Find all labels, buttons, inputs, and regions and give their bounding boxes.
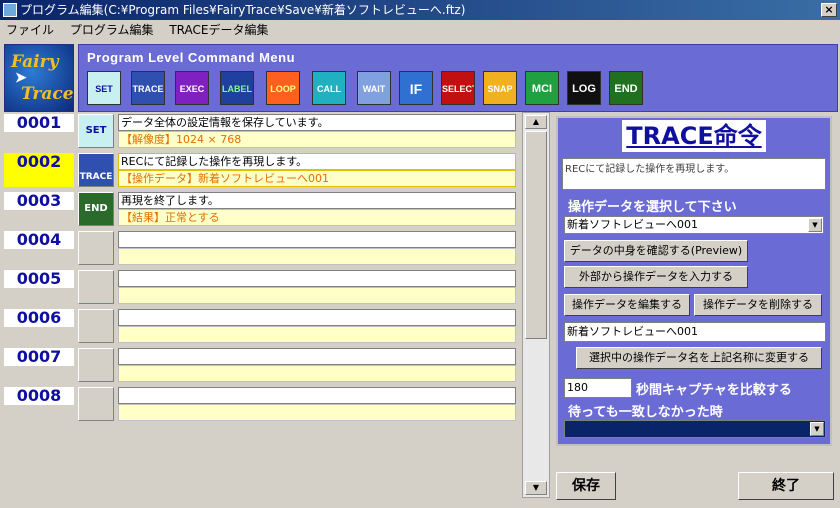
panel-title-wrap: TRACE命令 xyxy=(558,120,830,152)
command-menu: Program Level Command Menu SET TRACE EXE… xyxy=(78,44,838,112)
cmd-end-button[interactable]: END xyxy=(609,71,643,105)
line-number[interactable]: 0001 xyxy=(4,114,74,132)
line-number[interactable]: 0008 xyxy=(4,387,74,405)
cmd-log-button[interactable]: LOG xyxy=(567,71,601,105)
row-description[interactable] xyxy=(118,270,516,287)
line-number[interactable]: 0006 xyxy=(4,309,74,327)
row-detail[interactable] xyxy=(118,404,516,421)
delete-data-button[interactable]: 操作データを削除する xyxy=(694,294,822,316)
cmd-wait-button[interactable]: WAIT xyxy=(357,71,391,105)
command-description: RECにて記録した操作を再現します。 xyxy=(562,158,826,190)
program-row-selected[interactable]: 0002 TRACE RECにて記録した操作を再現します。 【操作データ】新着ソ… xyxy=(0,151,520,189)
scroll-down-arrow-icon[interactable]: ▼ xyxy=(525,481,547,495)
cmd-loop-button[interactable]: LOOP xyxy=(266,71,300,105)
cursor-icon: ➤ xyxy=(15,70,27,86)
row-detail[interactable]: 【結果】正常とする xyxy=(118,209,516,226)
end-icon[interactable]: END xyxy=(78,192,114,226)
fairy-trace-logo: Fairy Trace ➤ xyxy=(4,44,74,112)
row-detail[interactable] xyxy=(118,287,516,304)
icon-label: END xyxy=(84,203,108,214)
timeout-label: 待っても一致しなかった時 xyxy=(568,405,723,420)
edit-data-button[interactable]: 操作データを編集する xyxy=(564,294,690,316)
row-description[interactable]: 再現を終了します。 xyxy=(118,192,516,209)
cmd-call-button[interactable]: CALL xyxy=(312,71,346,105)
selected-trace-data: 新着ソフトレビューへ001 xyxy=(567,218,698,231)
window-title: プログラム編集(C:¥Program Files¥FairyTrace¥Save… xyxy=(20,3,466,17)
timeout-action-select[interactable]: ▼ xyxy=(564,420,826,438)
scroll-up-arrow-icon[interactable]: ▲ xyxy=(525,115,547,129)
cmd-label-button[interactable]: LABEL xyxy=(220,71,254,105)
import-data-button[interactable]: 外部から操作データを入力する xyxy=(564,266,748,288)
cmd-set-button[interactable]: SET xyxy=(87,71,121,105)
cmd-trace-button[interactable]: TRACE xyxy=(131,71,165,105)
menu-trace-data-edit[interactable]: TRACEデータ編集 xyxy=(163,20,274,40)
row-description[interactable]: RECにて記録した操作を再現します。 xyxy=(118,153,516,170)
line-number[interactable]: 0002 xyxy=(4,153,74,187)
icon-label: SET xyxy=(85,125,107,136)
preview-button[interactable]: データの中身を確認する(Preview) xyxy=(564,240,748,262)
row-description[interactable]: データ全体の設定情報を保存しています。 xyxy=(118,114,516,131)
empty-command-slot[interactable] xyxy=(78,309,114,343)
command-menu-title: Program Level Command Menu xyxy=(87,50,296,65)
app-icon xyxy=(3,3,17,17)
trace-icon[interactable]: TRACE xyxy=(78,153,114,187)
cmd-select-button[interactable]: SELECT xyxy=(441,71,475,105)
chevron-down-icon[interactable]: ▼ xyxy=(808,218,822,232)
row-detail[interactable]: 【操作データ】新着ソフトレビューへ001 xyxy=(118,170,516,187)
select-data-label: 操作データを選択して下さい xyxy=(568,200,737,215)
program-row[interactable]: 0008 xyxy=(0,385,520,423)
cmd-if-button[interactable]: IF xyxy=(399,71,433,105)
program-row[interactable]: 0007 xyxy=(0,346,520,384)
row-detail[interactable] xyxy=(118,326,516,343)
menu-program-edit[interactable]: プログラム編集 xyxy=(64,20,160,40)
cmd-exec-button[interactable]: EXEC xyxy=(175,71,209,105)
row-detail[interactable]: 【解像度】1024 × 768 xyxy=(118,131,516,148)
logo-line2: Trace xyxy=(21,84,74,104)
capture-seconds-input[interactable]: 180 xyxy=(564,378,632,398)
scroll-thumb[interactable] xyxy=(525,131,547,339)
program-row[interactable]: 0004 xyxy=(0,229,520,267)
panel-title: TRACE命令 xyxy=(622,120,766,152)
rename-data-button[interactable]: 選択中の操作データ名を上記名称に変更する xyxy=(576,347,822,369)
close-button[interactable]: × xyxy=(821,3,837,17)
line-number[interactable]: 0004 xyxy=(4,231,74,249)
line-number[interactable]: 0007 xyxy=(4,348,74,366)
program-row[interactable]: 0006 xyxy=(0,307,520,345)
row-description[interactable] xyxy=(118,309,516,326)
cmd-mci-button[interactable]: MCI xyxy=(525,71,559,105)
set-icon[interactable]: SET xyxy=(78,114,114,148)
line-number[interactable]: 0005 xyxy=(4,270,74,288)
chevron-down-icon[interactable]: ▼ xyxy=(810,422,824,436)
cmd-snap-button[interactable]: SNAP xyxy=(483,71,517,105)
save-button[interactable]: 保存 xyxy=(556,472,616,500)
program-row[interactable]: 0003 END 再現を終了します。 【結果】正常とする xyxy=(0,190,520,228)
menu-file[interactable]: ファイル xyxy=(0,20,60,40)
data-name-input[interactable]: 新着ソフトレビューへ001 xyxy=(564,322,826,342)
empty-command-slot[interactable] xyxy=(78,387,114,421)
exit-button[interactable]: 終了 xyxy=(738,472,834,500)
title-bar: プログラム編集(C:¥Program Files¥FairyTrace¥Save… xyxy=(0,0,840,20)
row-description[interactable] xyxy=(118,348,516,365)
vertical-scrollbar[interactable]: ▲ ▼ xyxy=(522,112,550,498)
program-row[interactable]: 0001 SET データ全体の設定情報を保存しています。 【解像度】1024 ×… xyxy=(0,112,520,150)
trace-data-select[interactable]: 新着ソフトレビューへ001 ▼ xyxy=(564,216,824,234)
capture-compare-label: 秒間キャプチャを比較する xyxy=(636,383,792,398)
line-number[interactable]: 0003 xyxy=(4,192,74,210)
empty-command-slot[interactable] xyxy=(78,231,114,265)
menu-bar: ファイル プログラム編集 TRACEデータ編集 xyxy=(0,20,840,40)
row-description[interactable] xyxy=(118,387,516,404)
empty-command-slot[interactable] xyxy=(78,348,114,382)
row-detail[interactable] xyxy=(118,248,516,265)
row-detail[interactable] xyxy=(118,365,516,382)
empty-command-slot[interactable] xyxy=(78,270,114,304)
icon-label: TRACE xyxy=(79,172,113,182)
row-description[interactable] xyxy=(118,231,516,248)
program-row[interactable]: 0005 xyxy=(0,268,520,306)
trace-command-panel: TRACE命令 RECにて記録した操作を再現します。 操作データを選択して下さい… xyxy=(556,116,832,446)
